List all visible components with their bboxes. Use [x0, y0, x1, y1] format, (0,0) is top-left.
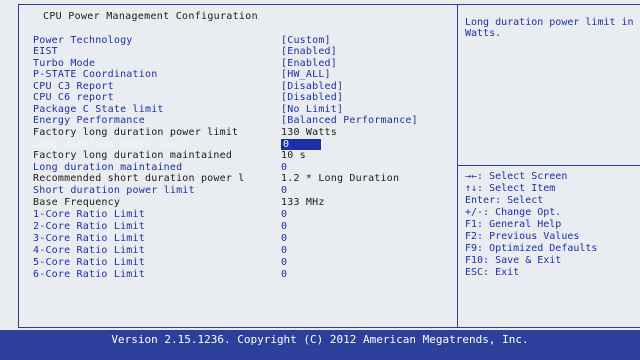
setting-label: Base Frequency	[33, 197, 121, 208]
setting-value[interactable]: [Custom]	[281, 35, 331, 46]
setting-label: EIST	[33, 46, 58, 57]
help-text: Long duration power limit in Watts.	[465, 17, 634, 39]
bios-main-frame: CPU Power Management Configuration Power…	[18, 4, 640, 328]
setting-value[interactable]: 0	[281, 209, 287, 220]
setting-base-frequency: Base Frequency 133 MHz	[19, 197, 457, 209]
setting-value[interactable]: [Enabled]	[281, 46, 337, 57]
setting-label: 1-Core Ratio Limit	[33, 209, 145, 220]
setting-label: 5-Core Ratio Limit	[33, 257, 145, 268]
setting-energy-performance[interactable]: Energy Performance [Balanced Performance…	[19, 115, 457, 127]
setting-label-selected: Long duration power limit	[33, 139, 189, 150]
page-title: CPU Power Management Configuration	[43, 11, 258, 22]
setting-value[interactable]: 0	[281, 162, 287, 173]
key-optimized-defaults: F9: Optimized Defaults	[465, 243, 598, 254]
setting-label: Long duration maintained	[33, 162, 183, 173]
panel-divider-vertical	[457, 5, 458, 327]
setting-label: 4-Core Ratio Limit	[33, 245, 145, 256]
setting-label: 6-Core Ratio Limit	[33, 269, 145, 280]
key-general-help: F1: General Help	[465, 219, 562, 230]
setting-value: 10 s	[281, 150, 306, 161]
setting-value: 130 Watts	[281, 127, 337, 138]
setting-label: CPU C3 Report	[33, 81, 114, 92]
setting-cpu-c6-report[interactable]: CPU C6 report [Disabled]	[19, 92, 457, 104]
key-legend: →←: Select Screen ↑↓: Select Item Enter:…	[465, 171, 639, 279]
setting-value: 1.2 * Long Duration	[281, 173, 400, 184]
setting-label: Factory long duration maintained	[33, 150, 233, 161]
setting-label: Power Technology	[33, 35, 133, 46]
setting-label: 2-Core Ratio Limit	[33, 221, 145, 232]
setting-value[interactable]: 0	[281, 139, 321, 150]
setting-p-state-coordination[interactable]: P-STATE Coordination [HW_ALL]	[19, 69, 457, 81]
setting-value: 133 MHz	[281, 197, 325, 208]
setting-3-core-ratio-limit[interactable]: 3-Core Ratio Limit 0	[19, 233, 457, 245]
setting-6-core-ratio-limit[interactable]: 6-Core Ratio Limit 0	[19, 269, 457, 281]
key-select-screen: →←: Select Screen	[465, 171, 568, 182]
setting-value[interactable]: 0	[281, 245, 287, 256]
setting-value[interactable]: 0	[281, 221, 287, 232]
setting-value[interactable]: [HW_ALL]	[281, 69, 331, 80]
setting-factory-long-duration-power-limit: Factory long duration power limit 130 Wa…	[19, 127, 457, 139]
setting-label: Factory long duration power limit	[33, 127, 239, 138]
setting-short-duration-power-limit[interactable]: Short duration power limit 0	[19, 185, 457, 197]
setting-label: Package C State limit	[33, 104, 164, 115]
setting-value[interactable]: 0	[281, 257, 287, 268]
setting-label: P-STATE Coordination	[33, 69, 158, 80]
setting-factory-long-duration-maintained: Factory long duration maintained 10 s	[19, 150, 457, 162]
setting-label: CPU C6 report	[33, 92, 114, 103]
setting-value[interactable]: [Disabled]	[281, 92, 343, 103]
setting-recommended-short-duration-power: Recommended short duration power l 1.2 *…	[19, 173, 457, 185]
setting-label: Recommended short duration power l	[33, 173, 245, 184]
setting-4-core-ratio-limit[interactable]: 4-Core Ratio Limit 0	[19, 245, 457, 257]
setting-1-core-ratio-limit[interactable]: 1-Core Ratio Limit 0	[19, 209, 457, 221]
setting-label: 3-Core Ratio Limit	[33, 233, 145, 244]
setting-5-core-ratio-limit[interactable]: 5-Core Ratio Limit 0	[19, 257, 457, 269]
setting-2-core-ratio-limit[interactable]: 2-Core Ratio Limit 0	[19, 221, 457, 233]
setting-label: Short duration power limit	[33, 185, 195, 196]
setting-eist[interactable]: EIST [Enabled]	[19, 46, 457, 58]
setting-value[interactable]: [Balanced Performance]	[281, 115, 418, 126]
key-previous-values: F2: Previous Values	[465, 231, 580, 242]
setting-value[interactable]: [No Limit]	[281, 104, 343, 115]
key-enter-select: Enter: Select	[465, 195, 544, 206]
setting-label: Energy Performance	[33, 115, 145, 126]
setting-value[interactable]: 0	[281, 185, 287, 196]
setting-label: Turbo Mode	[33, 58, 96, 69]
setting-value[interactable]: [Disabled]	[281, 81, 343, 92]
setting-value[interactable]: 0	[281, 233, 287, 244]
setting-value[interactable]: 0	[281, 269, 287, 280]
value-input-field[interactable]: 0	[281, 139, 321, 150]
key-exit: ESC: Exit	[465, 267, 520, 278]
setting-value[interactable]: [Enabled]	[281, 58, 337, 69]
key-change-option: +/-: Change Opt.	[465, 207, 562, 218]
version-footer: Version 2.15.1236. Copyright (C) 2012 Am…	[0, 330, 640, 360]
key-save-exit: F10: Save & Exit	[465, 255, 562, 266]
panel-divider-horizontal	[457, 165, 640, 166]
key-select-item: ↑↓: Select Item	[465, 183, 556, 194]
